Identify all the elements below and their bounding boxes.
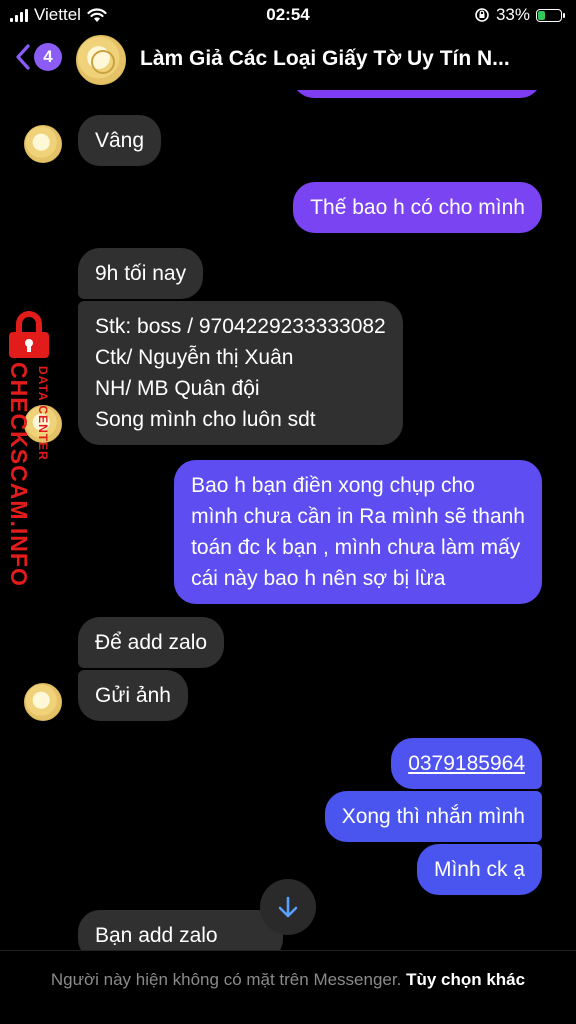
unavailable-footer: Người này hiện không có mặt trên Messeng… [0,950,576,1024]
message-bubble-outgoing[interactable]: Thế bao h có cho mình [293,182,542,233]
battery-percent: 33% [495,5,530,24]
message-text: mình chưa cần in Ra mình sẽ thanh [191,505,525,528]
message-bubble-outgoing[interactable]: 0379185964 [391,738,542,789]
message-text: Bạn add zalo [95,924,218,947]
scroll-to-bottom-button[interactable] [260,879,316,935]
conversation-header: 4 Làm Giả Các Loại Giấy Tờ Uy Tín N... [0,30,576,90]
message-text: Stk: boss / 9704229233333082 [95,315,386,338]
message-bubble-incoming[interactable]: Vâng [78,115,162,166]
message-bubble-incoming[interactable]: Để add zalo [78,617,225,668]
padlock-icon [9,311,49,358]
message-bubble-outgoing[interactable]: Mình ck ạ [416,844,542,895]
contact-name[interactable]: Làm Giả Các Loại Giấy Tờ Uy Tín N... [140,47,550,71]
more-options-link[interactable]: Tùy chọn khác [406,970,525,989]
contact-avatar[interactable] [76,35,126,85]
message-text: Để add zalo [95,631,208,654]
message-text: Song mình cho luôn sdt [95,408,316,431]
orientation-lock-icon [475,8,489,22]
message-text: NH/ MB Quân đội [95,377,260,400]
unread-count-badge: 4 [34,43,62,71]
phone-number-link[interactable]: 0379185964 [408,752,525,775]
message-bubble-incoming[interactable]: 9h tối nay [78,248,204,299]
message-bubble-incoming[interactable]: Stk: boss / 9704229233333082 Ctk/ Nguyễn… [78,301,403,445]
message-text: Gửi ảnh [95,684,171,707]
battery-icon [536,8,565,22]
status-bar: Viettel 02:54 33% [0,0,576,30]
checkscam-watermark: CHECKSCAM.INFO DATA CENTER [2,310,58,590]
message-text: Bao h bạn điền xong chụp cho [191,474,475,497]
message-text: 9h tối nay [95,262,187,285]
status-right: 33% [474,5,565,25]
sender-avatar[interactable] [24,125,62,163]
watermark-brand: CHECKSCAM.INFO [6,362,32,587]
message-text: Vâng [95,129,145,152]
message-text: Xong thì nhắn mình [341,805,525,828]
message-bubble-outgoing[interactable]: Bao h bạn điền xong chụp cho mình chưa c… [174,460,542,604]
chevron-left-icon [16,44,30,70]
arrow-down-icon [278,896,298,918]
sender-avatar[interactable] [24,683,62,721]
message-text: Ctk/ Nguyễn thị Xuân [95,346,294,369]
message-bubble-outgoing[interactable]: Xong thì nhắn mình [324,791,542,842]
message-text: cái này bao h nên sợ bị lừa [191,567,446,590]
message-bubble-incoming[interactable]: Gửi ảnh [78,670,188,721]
unavailable-notice: Người này hiện không có mặt trên Messeng… [50,970,402,989]
message-text: Thế bao h có cho mình [310,196,525,219]
message-text: toán đc k bạn , mình chưa làm mấy [191,536,521,559]
sender-avatar[interactable] [24,405,62,443]
back-button[interactable]: 4 [14,42,62,72]
message-text: Mình ck ạ [433,858,525,881]
